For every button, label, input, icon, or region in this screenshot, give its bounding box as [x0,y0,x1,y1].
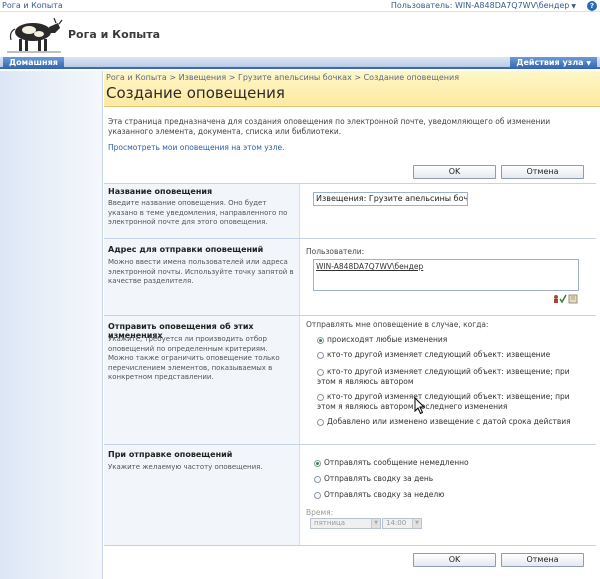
radio-daily-summary[interactable] [314,476,321,483]
chevron-down-icon: ▼ [371,519,380,528]
chevron-down-icon: ▼ [586,60,591,67]
left-navigation-panel [0,71,103,579]
section-alert-title: Название оповещения Введите название опо… [104,184,300,238]
section-description: Введите название оповещения. Оно будет у… [108,199,288,226]
help-icon[interactable]: ? [587,1,597,11]
section-title: Адрес для отправки оповещений [108,245,264,254]
cancel-button-top[interactable]: Отмена [501,165,584,179]
time-select-value: 14:00 [386,519,407,527]
radio-other-changes-my-author[interactable] [317,369,324,376]
page-description: Эта страница предназначена для создания … [108,117,551,136]
page-title: Создание оповещения [106,84,285,102]
time-label: Время: [306,508,334,517]
mouse-cursor-icon [414,397,426,415]
radio-label: кто-то другой изменяет следующий объект:… [327,392,570,401]
radio-other-changes-last-author[interactable] [317,394,324,401]
radio-label: Отправлять сводку за день [324,474,434,483]
site-actions-menu[interactable]: Действия узла ▼ [510,57,597,69]
section-description: Укажите, требуется ли производить отбор … [108,335,280,381]
radio-due-date[interactable] [317,419,324,426]
radio-label: Отправлять сводку за неделю [324,490,445,499]
chevron-down-icon: ▼ [412,519,421,528]
user-menu[interactable]: Пользователь: WIN-A848DA7Q7WV\бендер ▼ [391,1,576,10]
tab-home[interactable]: Домашняя [3,57,64,69]
user-entity[interactable]: WIN-A848DA7Q7WV\бендер [316,261,423,273]
radio-any-change[interactable] [317,337,324,344]
site-title[interactable]: Рога и Копыта [68,28,160,41]
radio-weekly-summary[interactable] [314,492,321,499]
radio-label: кто-то другой изменяет следующий объект:… [327,350,551,359]
radio-label-cont: этом я являюсь автором последнего измене… [317,402,508,411]
my-alerts-link[interactable]: Просмотреть мои оповещения на этом узле. [108,143,284,152]
section-title: При отправке оповещений [108,450,233,459]
users-people-picker[interactable]: WIN-A848DA7Q7WV\бендер [313,259,579,291]
top-bar: Рога и Копыта Пользователь: WIN-A848DA7Q… [0,0,600,12]
site-header: Рога и Копыта [0,12,600,57]
day-select-value: пятница [314,519,346,527]
day-select[interactable]: пятница ▼ [310,518,381,529]
radio-label: кто-то другой изменяет следующий объект:… [327,367,570,376]
change-prompt: Отправлять мне оповещение в случае, когд… [306,320,489,329]
breadcrumb[interactable]: Рога и Копыта > Извещения > Грузите апел… [106,73,459,82]
ok-button-bottom[interactable]: OK [413,553,496,567]
page-title-area: Рога и Копыта > Извещения > Грузите апел… [104,71,600,107]
radio-other-changes[interactable] [317,352,324,359]
radio-send-immediately[interactable] [314,460,321,467]
radio-label-cont: этом я являюсь автором [317,377,414,386]
users-label: Пользователи: [306,247,365,256]
top-site-link[interactable]: Рога и Копыта [2,1,63,10]
section-send-to: Адрес для отправки оповещений Можно ввес… [104,239,300,315]
cancel-button-bottom[interactable]: Отмена [501,553,584,567]
section-title: Название оповещения [108,187,213,196]
section-frequency: При отправке оповещений Укажите желаемую… [104,445,300,545]
top-nav: Домашняя Действия узла ▼ [0,57,600,69]
section-description: Можно ввести имена пользователей или адр… [108,258,294,285]
divider [104,545,596,546]
site-actions-label: Действия узла [516,58,584,67]
section-change-filter: Отправить оповещения об этих изменениях … [104,316,300,444]
radio-label: Добавлено или изменено извещение с датой… [327,417,571,426]
time-select[interactable]: 14:00 ▼ [382,518,422,529]
alert-title-input[interactable]: Извещения: Грузите апельсины бочк [313,192,468,206]
section-description: Укажите желаемую частоту оповещения. [108,463,263,471]
radio-label: происходят любые изменения [327,335,448,344]
user-name: Пользователь: WIN-A848DA7Q7WV\бендер [390,1,570,10]
radio-label: Отправлять сообщение немедленно [324,458,469,467]
chevron-down-icon: ▼ [571,3,576,10]
main-content: Эта страница предназначена для создания … [104,107,600,579]
cow-logo[interactable] [5,14,63,54]
address-book-icon[interactable] [568,294,578,304]
ok-button-top[interactable]: OK [413,165,496,179]
